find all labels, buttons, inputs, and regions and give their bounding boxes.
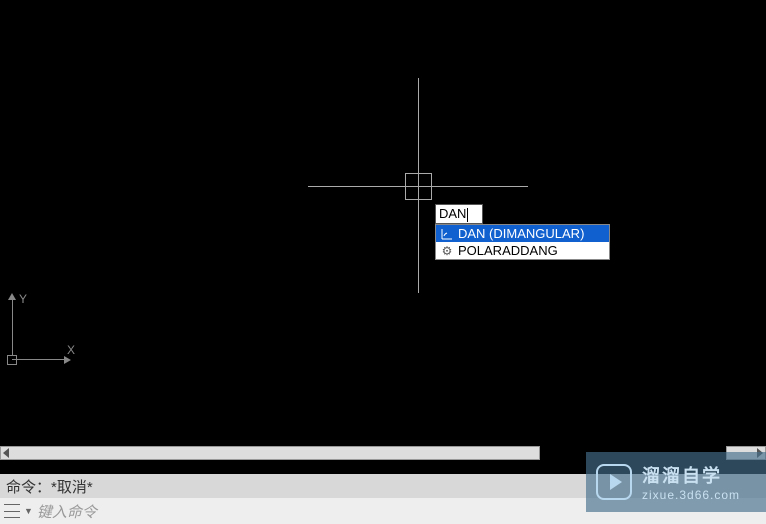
watermark-play-icon <box>596 464 632 500</box>
horizontal-scrollbar-left[interactable] <box>0 446 540 460</box>
chevron-down-icon[interactable]: ▼ <box>24 506 33 516</box>
ucs-x-arrow <box>64 356 71 364</box>
watermark-url: zixue.3d66.com <box>642 488 740 502</box>
ucs-y-arrow <box>8 293 16 300</box>
gear-icon <box>440 244 454 258</box>
command-history-text: 命令：*取消* <box>6 476 93 497</box>
text-cursor <box>467 208 468 222</box>
ucs-y-label: Y <box>19 292 27 306</box>
watermark-text: 溜溜自学 zixue.3d66.com <box>642 462 740 502</box>
pick-box-cursor <box>405 173 432 200</box>
ucs-icon: Y X <box>5 295 75 365</box>
autocomplete-item-dan[interactable]: DAN (DIMANGULAR) <box>436 225 609 242</box>
autocomplete-dropdown: DAN (DIMANGULAR) POLARADDANG <box>435 224 610 260</box>
drawing-canvas[interactable]: Y X DAN DAN (DIMANGULAR) POLARADDANG <box>0 0 766 450</box>
dimension-angular-icon <box>440 227 454 241</box>
ucs-origin-box <box>7 355 17 365</box>
watermark: 溜溜自学 zixue.3d66.com <box>586 452 766 512</box>
ucs-x-axis <box>12 359 67 360</box>
dynamic-input-field[interactable]: DAN <box>435 204 483 224</box>
ucs-y-axis <box>12 295 13 355</box>
autocomplete-label: POLARADDANG <box>458 243 558 258</box>
scroll-left-icon <box>3 448 9 458</box>
watermark-title: 溜溜自学 <box>642 462 740 488</box>
autocomplete-item-polaraddang[interactable]: POLARADDANG <box>436 242 609 259</box>
ucs-x-label: X <box>67 343 75 357</box>
dynamic-input-value: DAN <box>439 206 466 221</box>
command-list-icon[interactable] <box>4 504 20 518</box>
autocomplete-label: DAN (DIMANGULAR) <box>458 226 584 241</box>
